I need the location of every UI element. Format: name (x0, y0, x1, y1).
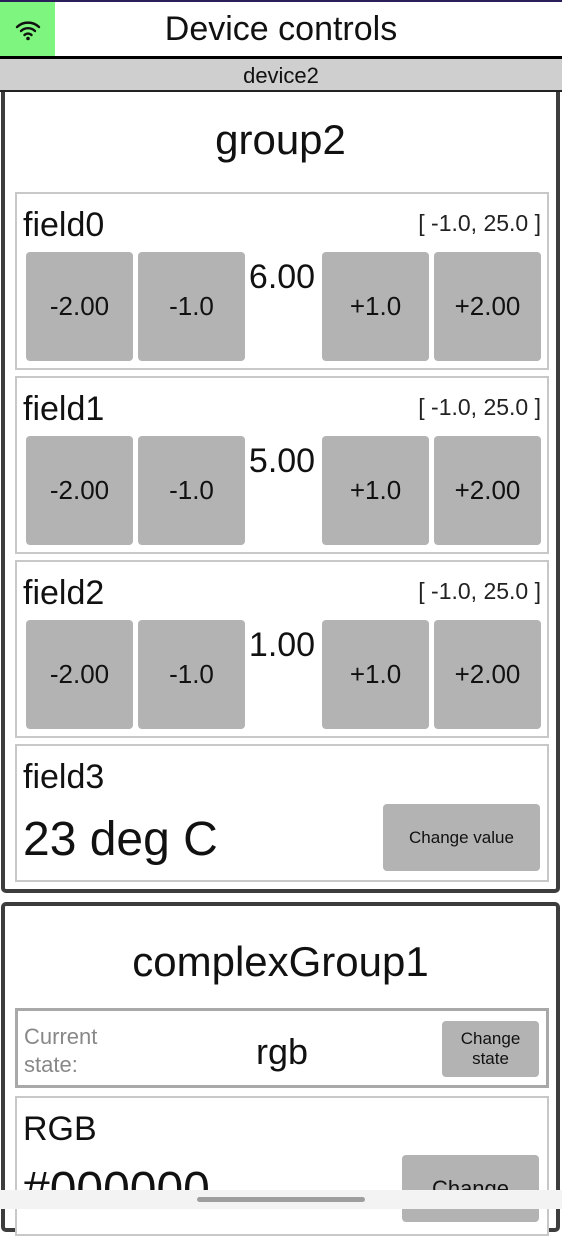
change-state-button[interactable]: Change state (442, 1021, 539, 1077)
field-range: [ -1.0, 25.0 ] (418, 394, 541, 420)
increment-2-button[interactable]: +2.00 (434, 252, 541, 361)
state-card: Current state: rgb Change state (15, 1008, 549, 1088)
field-card-field3: field3 23 deg C Change value (15, 744, 549, 882)
app-header: Device controls (0, 0, 562, 57)
field-range: [ -1.0, 25.0 ] (418, 210, 541, 236)
home-indicator[interactable] (197, 1197, 365, 1202)
change-value-button[interactable]: Change value (383, 804, 540, 871)
group-card-complexGroup1: complexGroup1 Current state: rgb Change … (1, 902, 560, 1236)
group-title: group2 (215, 116, 346, 163)
field-card-field0: field0 [ -1.0, 25.0 ] -2.00 -1.0 6.00 +1… (15, 192, 549, 370)
increment-2-button[interactable]: +2.00 (434, 436, 541, 545)
field-range: [ -1.0, 25.0 ] (418, 578, 541, 604)
field-name: field2 (23, 574, 105, 612)
group-title: complexGroup1 (132, 938, 429, 985)
increment-1-button[interactable]: +1.0 (322, 436, 429, 545)
field-name: field1 (23, 390, 105, 428)
field-name: RGB (23, 1110, 97, 1148)
change-rgb-button[interactable]: Change (402, 1155, 539, 1222)
increment-2-button[interactable]: +2.00 (434, 620, 541, 729)
group-card-group2: group2 field0 [ -1.0, 25.0 ] -2.00 -1.0 … (1, 92, 560, 893)
page-title: Device controls (164, 10, 398, 48)
increment-1-button[interactable]: +1.0 (322, 252, 429, 361)
field-card-rgb: RGB #000000 Change (15, 1096, 549, 1236)
field-card-field2: field2 [ -1.0, 25.0 ] -2.00 -1.0 1.00 +1… (15, 560, 549, 738)
field-name: field0 (23, 206, 105, 244)
device-name-bar: device2 (0, 59, 562, 92)
field-card-field1: field1 [ -1.0, 25.0 ] -2.00 -1.0 5.00 +1… (15, 376, 549, 554)
field-value: 23 deg C (23, 813, 218, 866)
field-name: field3 (23, 758, 105, 796)
increment-1-button[interactable]: +1.0 (322, 620, 429, 729)
